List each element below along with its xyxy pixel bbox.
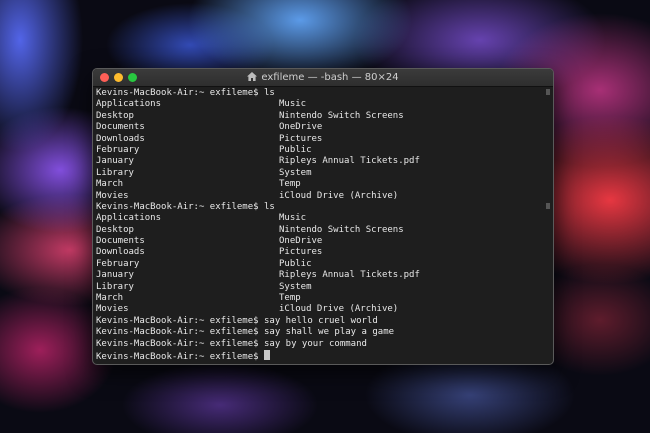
file-name: Applications — [96, 213, 162, 224]
shell-prompt: Kevins-MacBook-Air:~ exfileme$ — [96, 315, 259, 326]
listing-row: Documents OneDrive — [96, 236, 543, 247]
file-name: Library — [96, 281, 134, 292]
listing-row: January Ripleys Annual Tickets.pdf — [96, 270, 543, 281]
prompt-line: Kevins-MacBook-Air:~ exfileme$ ls — [96, 202, 543, 213]
file-name: Documents — [96, 236, 145, 247]
scroll-mark — [546, 89, 550, 95]
listing-row: Desktop Nintendo Switch Screens — [96, 225, 543, 236]
listing-row: Movies iCloud Drive (Archive) — [96, 304, 543, 315]
terminal-output[interactable]: Kevins-MacBook-Air:~ exfileme$ ls Applica… — [96, 88, 543, 364]
file-name: Applications — [96, 99, 162, 110]
listing-row: February Public — [96, 145, 543, 156]
file-name: OneDrive — [279, 236, 323, 247]
listing-row: March Temp — [96, 179, 543, 190]
command-text: ls — [263, 201, 275, 212]
file-name: January — [96, 270, 134, 281]
listing-row: Downloads Pictures — [96, 134, 543, 145]
file-name: February — [96, 144, 140, 155]
window-title-group: exfileme — -bash — 80×24 — [93, 70, 553, 85]
text-cursor — [263, 349, 270, 360]
prompt-line: Kevins-MacBook-Air:~ exfileme$ — [96, 349, 543, 362]
prompt-line: Kevins-MacBook-Air:~ exfileme$ say by yo… — [96, 339, 543, 350]
prompt-line: Kevins-MacBook-Air:~ exfileme$ say hello… — [96, 316, 543, 327]
file-name: Movies — [96, 190, 129, 201]
listing-row: Library System — [96, 282, 543, 293]
command-text: say hello cruel world — [263, 315, 378, 326]
file-name: System — [279, 281, 312, 292]
file-name: Desktop — [96, 110, 134, 121]
shell-prompt: Kevins-MacBook-Air:~ exfileme$ — [96, 201, 259, 212]
prompt-line: Kevins-MacBook-Air:~ exfileme$ ls — [96, 88, 543, 99]
file-name: Documents — [96, 122, 145, 133]
command-text: ls — [263, 88, 275, 98]
shell-prompt: Kevins-MacBook-Air:~ exfileme$ — [96, 338, 259, 349]
listing-row: January Ripleys Annual Tickets.pdf — [96, 156, 543, 167]
command-text: say shall we play a game — [263, 327, 395, 338]
file-name: Nintendo Switch Screens — [279, 110, 404, 121]
file-name: January — [96, 156, 134, 167]
file-name: Music — [279, 99, 307, 110]
file-name: OneDrive — [279, 122, 323, 133]
listing-row: Movies iCloud Drive (Archive) — [96, 191, 543, 202]
listing-row: Documents OneDrive — [96, 122, 543, 133]
scroll-mark — [546, 203, 550, 209]
listing-row: Downloads Pictures — [96, 247, 543, 258]
file-name: Downloads — [96, 133, 145, 144]
listing-row: February Public — [96, 259, 543, 270]
file-name: Temp — [279, 179, 301, 190]
file-name: Public — [279, 144, 312, 155]
window-title: exfileme — -bash — 80×24 — [261, 72, 399, 83]
file-name: Desktop — [96, 224, 134, 235]
shell-prompt: Kevins-MacBook-Air:~ exfileme$ — [96, 327, 259, 338]
title-bar[interactable]: exfileme — -bash — 80×24 — [93, 69, 553, 87]
terminal-window[interactable]: exfileme — -bash — 80×24 Kevins-MacBook-… — [92, 68, 554, 365]
file-name: Pictures — [279, 133, 323, 144]
file-name: Pictures — [279, 247, 323, 258]
file-name: Music — [279, 213, 307, 224]
command-text: say by your command — [263, 338, 367, 349]
listing-row: Desktop Nintendo Switch Screens — [96, 111, 543, 122]
file-name: Nintendo Switch Screens — [279, 224, 404, 235]
file-name: Library — [96, 167, 134, 178]
listing-row: Applications Music — [96, 99, 543, 110]
file-name: System — [279, 167, 312, 178]
file-name: March — [96, 179, 124, 190]
file-name: Downloads — [96, 247, 145, 258]
shell-prompt: Kevins-MacBook-Air:~ exfileme$ — [96, 351, 259, 362]
listing-row: Library System — [96, 168, 543, 179]
file-name: iCloud Drive (Archive) — [279, 304, 399, 315]
listing-row: Applications Music — [96, 213, 543, 224]
home-folder-icon — [247, 72, 258, 81]
shell-prompt: Kevins-MacBook-Air:~ exfileme$ — [96, 88, 259, 98]
file-name: Public — [279, 258, 312, 269]
scrollbar[interactable] — [545, 89, 551, 364]
file-name: February — [96, 258, 140, 269]
file-name: Temp — [279, 293, 301, 304]
file-name: March — [96, 293, 124, 304]
file-name: Ripleys Annual Tickets.pdf — [279, 270, 420, 281]
prompt-line: Kevins-MacBook-Air:~ exfileme$ say shall… — [96, 327, 543, 338]
listing-row: March Temp — [96, 293, 543, 304]
file-name: Ripleys Annual Tickets.pdf — [279, 156, 420, 167]
file-name: iCloud Drive (Archive) — [279, 190, 399, 201]
file-name: Movies — [96, 304, 129, 315]
